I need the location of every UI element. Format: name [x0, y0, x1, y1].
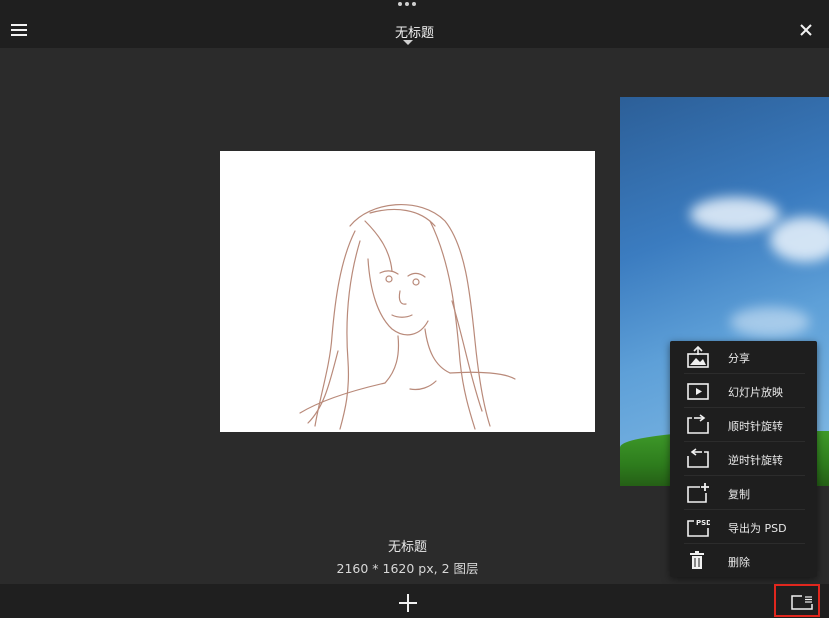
menu-item-label: 分享	[728, 352, 750, 365]
menu-item-label: 复制	[728, 488, 750, 501]
top-bar: 无标题	[0, 0, 829, 48]
page-title[interactable]: 无标题	[300, 22, 529, 41]
menu-item-label: 导出为 PSD	[728, 522, 787, 535]
gallery-menu-button[interactable]	[774, 584, 820, 617]
divider	[684, 475, 805, 476]
menu-item-label: 逆时针旋转	[728, 454, 783, 467]
artwork-name: 无标题	[387, 540, 427, 555]
psd-badge: PSD	[696, 519, 710, 527]
divider	[684, 407, 805, 408]
plus-icon[interactable]	[399, 594, 417, 612]
sketch-preview	[299, 203, 516, 430]
divider	[684, 373, 805, 374]
close-icon[interactable]	[799, 23, 813, 37]
artwork-thumbnail[interactable]	[220, 151, 595, 432]
chevron-down-icon[interactable]	[403, 40, 413, 45]
menu-item-rotate-clockwise[interactable]: 顺时针旋转	[670, 409, 817, 442]
cloud-shape	[730, 307, 810, 337]
gallery-menu-icon	[791, 595, 813, 610]
ellipsis-icon[interactable]	[398, 2, 416, 6]
duplicate-icon	[687, 483, 709, 503]
menu-item-duplicate[interactable]: 复制	[670, 477, 817, 510]
divider	[684, 509, 805, 510]
cloud-shape	[690, 197, 780, 232]
menu-item-slideshow[interactable]: 幻灯片放映	[670, 375, 817, 408]
menu-item-share[interactable]: 分享	[670, 341, 817, 374]
menu-item-delete[interactable]: 删除	[670, 545, 817, 578]
rotate-counterclockwise-icon	[687, 448, 709, 468]
divider	[684, 543, 805, 544]
share-icon	[687, 346, 709, 368]
trash-icon	[690, 551, 704, 569]
divider	[684, 441, 805, 442]
menu-item-label: 顺时针旋转	[728, 420, 783, 433]
artwork-context-menu: 分享 幻灯片放映 顺时针旋转 逆时针旋转 复制 PSD 导出为 PSD 删除	[670, 341, 817, 577]
menu-item-rotate-counterclockwise[interactable]: 逆时针旋转	[670, 443, 817, 476]
cloud-shape	[770, 217, 829, 262]
slideshow-icon	[687, 383, 709, 400]
menu-item-label: 删除	[728, 556, 750, 569]
menu-item-export-psd[interactable]: PSD 导出为 PSD	[670, 511, 817, 544]
hamburger-icon[interactable]	[11, 24, 27, 36]
export-psd-icon: PSD	[687, 519, 710, 537]
menu-item-label: 幻灯片放映	[728, 386, 783, 399]
rotate-clockwise-icon	[687, 414, 709, 434]
artwork-info: 2160 * 1620 px, 2 图层	[336, 561, 479, 576]
